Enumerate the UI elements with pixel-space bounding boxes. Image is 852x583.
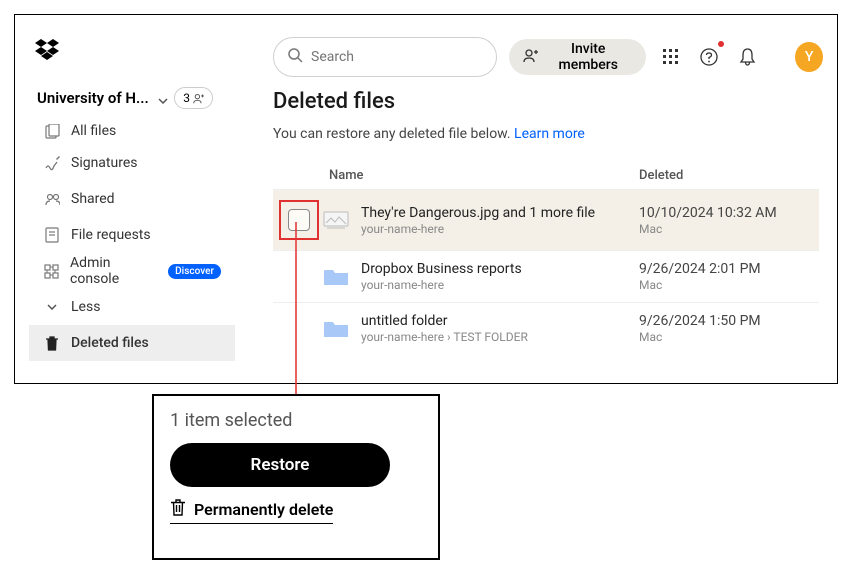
table-row[interactable]: untitled folder your-name-here › TEST FO… <box>273 302 819 354</box>
learn-more-link[interactable]: Learn more <box>514 126 585 142</box>
invite-members-button[interactable]: Invite members <box>509 39 646 75</box>
avatar[interactable]: Y <box>795 42 823 72</box>
row-owner: your-name-here <box>361 222 639 236</box>
sidebar-item-label: Admin console <box>70 255 158 287</box>
files-icon <box>43 124 61 139</box>
chevron-down-icon <box>158 89 168 108</box>
row-device: Mac <box>639 222 819 236</box>
folder-icon <box>323 266 349 288</box>
folder-icon <box>323 318 349 340</box>
table-row[interactable]: Dropbox Business reports your-name-here … <box>273 250 819 302</box>
bell-icon[interactable] <box>734 43 760 71</box>
sidebar-item-label: Signatures <box>71 155 138 171</box>
page-subtitle: You can restore any deleted file below. … <box>273 126 819 142</box>
admin-icon <box>43 264 60 279</box>
row-name: untitled folder <box>361 313 639 329</box>
image-file-icon <box>323 209 349 231</box>
main-content: Deleted files You can restore any delete… <box>273 89 819 354</box>
sidebar-item-less[interactable]: Less <box>29 289 235 325</box>
sidebar-item-all-files[interactable]: All files <box>29 123 235 145</box>
row-text: Dropbox Business reports your-name-here <box>361 261 639 292</box>
sidebar-item-signatures[interactable]: Signatures <box>29 145 235 181</box>
row-name: Dropbox Business reports <box>361 261 639 277</box>
discover-badge: Discover <box>168 264 221 279</box>
trash-icon <box>170 499 186 520</box>
search-input[interactable] <box>311 49 489 65</box>
user-plus-icon <box>523 48 538 67</box>
row-text: They're Dangerous.jpg and 1 more file yo… <box>361 205 639 236</box>
topbar: Invite members Y <box>273 35 823 79</box>
sidebar-cut-top: All files <box>29 123 235 145</box>
dropbox-logo <box>35 39 59 65</box>
permanently-delete-label: Permanently delete <box>194 500 333 519</box>
row-owner: your-name-here › TEST FOLDER <box>361 330 639 344</box>
app-window: Invite members Y University of H... 3 Al… <box>14 14 838 384</box>
help-icon[interactable] <box>696 43 722 71</box>
row-date: 10/10/2024 10:32 AM <box>639 205 819 221</box>
selection-callout: 1 item selected Restore Permanently dele… <box>152 394 440 560</box>
row-device: Mac <box>639 278 819 292</box>
table-row[interactable]: They're Dangerous.jpg and 1 more file yo… <box>273 189 819 250</box>
sidebar-item-shared[interactable]: Shared <box>29 181 235 217</box>
invite-label: Invite members <box>544 41 632 73</box>
file-request-icon <box>43 227 61 243</box>
row-name: They're Dangerous.jpg and 1 more file <box>361 205 639 221</box>
row-date: 9/26/2024 1:50 PM <box>639 313 819 329</box>
page-title: Deleted files <box>273 89 819 114</box>
shared-icon <box>43 192 61 207</box>
row-deleted-info: 9/26/2024 2:01 PM Mac <box>639 261 819 292</box>
search-box[interactable] <box>273 37 497 77</box>
sidebar-item-label: Deleted files <box>71 335 149 351</box>
permanently-delete-button[interactable]: Permanently delete <box>170 499 333 524</box>
sidebar-item-label: File requests <box>71 227 151 243</box>
sidebar: All files Signatures Shared File request… <box>29 123 235 361</box>
team-name: University of H... <box>37 89 152 107</box>
row-text: untitled folder your-name-here › TEST FO… <box>361 313 639 344</box>
row-checkbox[interactable] <box>288 209 310 231</box>
sidebar-item-label: Shared <box>71 191 115 207</box>
sidebar-item-admin-console[interactable]: Admin console Discover <box>29 253 235 289</box>
table-header: Name Deleted <box>273 162 819 189</box>
row-deleted-info: 9/26/2024 1:50 PM Mac <box>639 313 819 344</box>
apps-grid-icon[interactable] <box>658 43 684 71</box>
row-device: Mac <box>639 330 819 344</box>
sidebar-item-file-requests[interactable]: File requests <box>29 217 235 253</box>
chevron-down-icon <box>43 304 61 310</box>
row-deleted-info: 10/10/2024 10:32 AM Mac <box>639 205 819 236</box>
search-icon <box>288 48 303 67</box>
sidebar-item-label: All files <box>71 123 116 139</box>
trash-icon <box>43 336 61 351</box>
column-header-deleted[interactable]: Deleted <box>639 168 819 183</box>
sidebar-item-label: Less <box>71 299 100 315</box>
row-date: 9/26/2024 2:01 PM <box>639 261 819 277</box>
signature-icon <box>43 156 61 171</box>
team-selector[interactable]: University of H... 3 <box>29 87 221 109</box>
sidebar-item-deleted-files[interactable]: Deleted files <box>29 325 235 361</box>
checkbox-highlight <box>279 200 319 240</box>
selection-count: 1 item selected <box>170 410 422 431</box>
restore-button[interactable]: Restore <box>170 443 390 487</box>
member-count-badge: 3 <box>174 87 213 109</box>
row-owner: your-name-here <box>361 278 639 292</box>
column-header-name[interactable]: Name <box>329 168 639 183</box>
